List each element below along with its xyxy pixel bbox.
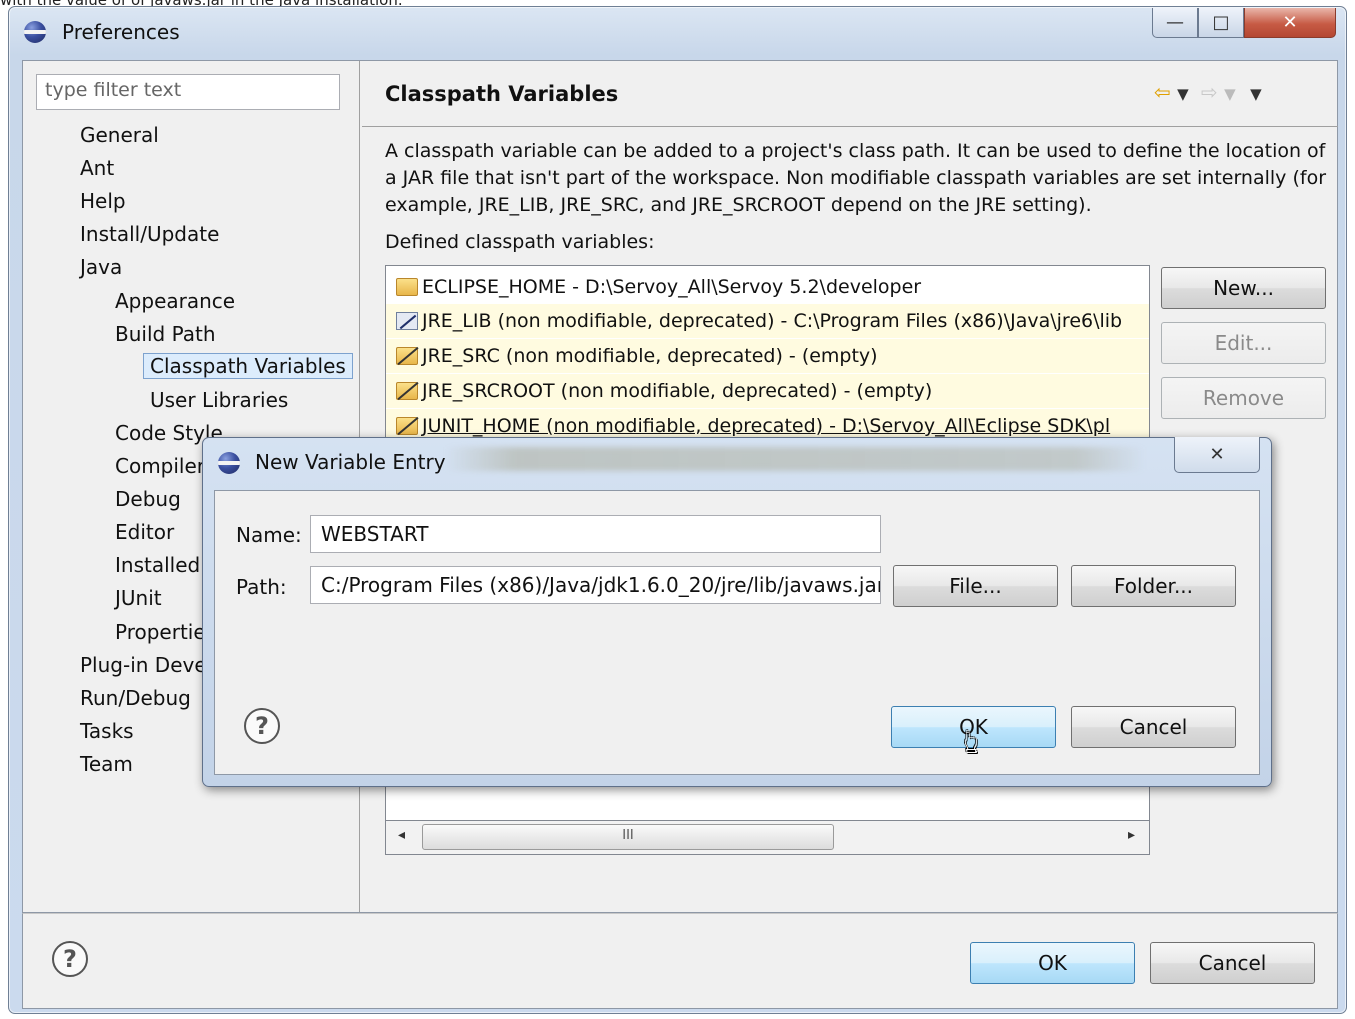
tree-item-appearance[interactable]: Appearance [115,289,235,313]
tree-item-installed[interactable]: Installed [115,553,200,577]
name-label: Name: [236,523,302,547]
path-input[interactable]: C:/Program Files (x86)/Java/jdk1.6.0_20/… [310,566,881,604]
list-item[interactable]: JRE_LIB (non modifiable, deprecated) - C… [386,304,1149,338]
back-arrow-icon[interactable]: ⇦ [1154,80,1171,104]
list-item[interactable]: JRE_SRCROOT (non modifiable, deprecated)… [386,374,1149,408]
forward-dropdown-icon[interactable]: ▼ [1224,85,1236,103]
cancel-button[interactable]: Cancel [1150,942,1315,984]
page-title: Classpath Variables [385,82,619,106]
tree-item-team[interactable]: Team [80,752,133,776]
page-navigation: ⇦ ▼ ⇨ ▼ ▼ [1154,80,1262,104]
mouse-pointer-icon: 👆︎ [964,722,979,762]
dialog-cancel-button[interactable]: Cancel [1071,706,1236,748]
tree-item-debug[interactable]: Debug [115,487,181,511]
eclipse-icon [24,21,46,43]
folder-locked-icon [396,417,418,435]
list-item[interactable]: ECLIPSE_HOME - D:\Servoy_All\Servoy 5.2\… [386,270,1149,304]
tree-item-java[interactable]: Java [80,255,122,279]
background-blur-strip [445,447,1145,471]
new-button[interactable]: New... [1161,267,1326,309]
ok-button[interactable]: OK [970,942,1135,984]
folder-icon [396,278,418,296]
horizontal-scrollbar[interactable]: ◂ III ▸ [385,820,1150,855]
jar-locked-icon [396,312,418,330]
filter-input[interactable]: type filter text [36,74,340,110]
tree-item-ant[interactable]: Ant [80,156,114,180]
eclipse-icon [218,452,240,474]
folder-button[interactable]: Folder... [1071,565,1236,607]
remove-button[interactable]: Remove [1161,377,1326,419]
folder-locked-icon [396,382,418,400]
help-icon[interactable]: ? [52,941,88,977]
list-item[interactable]: JRE_SRC (non modifiable, deprecated) - (… [386,339,1149,373]
dialog-close-button[interactable]: ✕ [1174,437,1260,473]
scrollbar-thumb[interactable]: III [422,824,834,850]
button-bar [22,913,1338,1009]
scroll-right-icon[interactable]: ▸ [1128,827,1135,843]
tree-item-build-path[interactable]: Build Path [115,322,216,346]
tree-item-classpath-variables[interactable]: Classpath Variables [143,353,353,379]
page-description: A classpath variable can be added to a p… [385,140,1327,216]
tree-item-install-update[interactable]: Install/Update [80,222,219,246]
folder-locked-icon [396,347,418,365]
view-menu-icon[interactable]: ▼ [1250,85,1262,103]
maximize-button[interactable]: □ [1198,8,1244,38]
edit-button[interactable]: Edit... [1161,322,1326,364]
dialog-help-icon[interactable]: ? [244,708,280,744]
header-separator [362,126,1338,127]
dialog-title: New Variable Entry [255,450,446,474]
tree-item-compiler[interactable]: Compiler [115,454,205,478]
tree-item-user-libraries[interactable]: User Libraries [150,388,288,412]
tree-item-editor[interactable]: Editor [115,520,174,544]
window-close-button[interactable]: ✕ [1244,8,1336,38]
path-label: Path: [236,575,287,599]
window-title: Preferences [62,20,180,44]
tree-item-run-debug[interactable]: Run/Debug [80,686,191,710]
minimize-button[interactable]: — [1152,8,1198,38]
tree-item-plug-in-development[interactable]: Plug-in Deve [80,653,207,677]
file-button[interactable]: File... [893,565,1058,607]
back-dropdown-icon[interactable]: ▼ [1177,85,1189,103]
tree-item-general[interactable]: General [80,123,159,147]
tree-item-properties[interactable]: Propertie [115,620,206,644]
tree-item-junit[interactable]: JUnit [115,586,162,610]
forward-arrow-icon[interactable]: ⇨ [1201,80,1218,104]
list-label: Defined classpath variables: [385,231,655,253]
tree-item-help[interactable]: Help [80,189,126,213]
name-input[interactable]: WEBSTART [310,515,881,553]
scroll-left-icon[interactable]: ◂ [398,827,405,843]
tree-item-tasks[interactable]: Tasks [80,719,134,743]
